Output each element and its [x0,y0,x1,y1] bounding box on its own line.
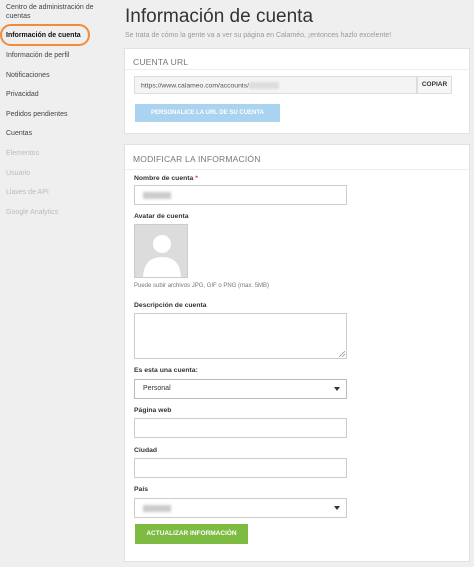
account-url-field[interactable]: https://www.calameo.com/accounts/ [134,76,417,94]
country-select[interactable] [134,498,347,518]
account-url-blurred [249,82,280,89]
avatar-label: Avatar de cuenta [134,213,189,220]
required-mark: * [195,175,198,182]
main-content: Información de cuenta Se trata de cómo l… [118,0,474,567]
description-label: Descripción de cuenta [134,302,207,309]
sidebar-item-elements: Elementos [6,150,40,157]
resize-handle-icon[interactable] [339,351,345,357]
chevron-down-icon [334,506,340,510]
url-card-title: CUENTA URL [133,57,189,67]
sidebar-item-account-info[interactable]: Información de cuenta [6,31,81,40]
account-type-value: Personal [143,385,171,392]
website-label: Página web [134,407,172,414]
account-name-input[interactable] [134,185,347,205]
copy-url-button[interactable]: COPIAR [417,76,452,94]
sidebar-item-profile-info[interactable]: Información de perfil [6,51,69,60]
update-info-button[interactable]: ACTUALIZAR INFORMACIÓN [135,524,248,544]
sidebar-item-privacy[interactable]: Privacidad [6,90,39,99]
personalize-url-button[interactable]: PERSONALICE LA URL DE SU CUENTA [135,104,280,122]
account-url-text: https://www.calameo.com/accounts/ [141,82,250,90]
account-name-label: Nombre de cuenta * [134,175,198,182]
sidebar-item-accounts[interactable]: Cuentas [6,129,32,138]
page-subtitle: Se trata de cómo la gente va a ver su pá… [125,32,392,39]
info-card-title: MODIFICAR LA INFORMACIÓN [133,154,261,164]
avatar-placeholder-icon [143,235,181,277]
avatar-upload[interactable] [134,224,188,278]
sidebar: Centro de administración de cuentas Info… [0,0,118,567]
city-input[interactable] [134,458,347,478]
website-input[interactable] [134,418,347,438]
description-textarea[interactable] [134,313,347,359]
blurred-value [143,505,171,512]
city-label: Ciudad [134,447,158,454]
sidebar-item-google-analytics: Google Analytics [6,209,59,216]
account-type-select[interactable]: Personal [134,379,347,399]
divider [125,169,469,170]
sidebar-item-account-admin[interactable]: Centro de administración de cuentas [6,3,106,21]
avatar-hint: Puede subir archivos JPG, GIF o PNG (max… [134,283,270,289]
page-title: Información de cuenta [125,6,314,27]
divider [125,69,469,70]
sidebar-item-user: Usuario [6,170,31,177]
sidebar-item-api-keys: Llaves de API [6,189,49,196]
sidebar-item-notifications[interactable]: Notificaciones [6,71,50,80]
sidebar-item-pending-orders[interactable]: Pedidos pendientes [6,110,68,119]
country-label: País [134,486,148,493]
account-type-label: Es esta una cuenta: [134,367,198,374]
blurred-value [143,192,171,199]
chevron-down-icon [334,387,340,391]
